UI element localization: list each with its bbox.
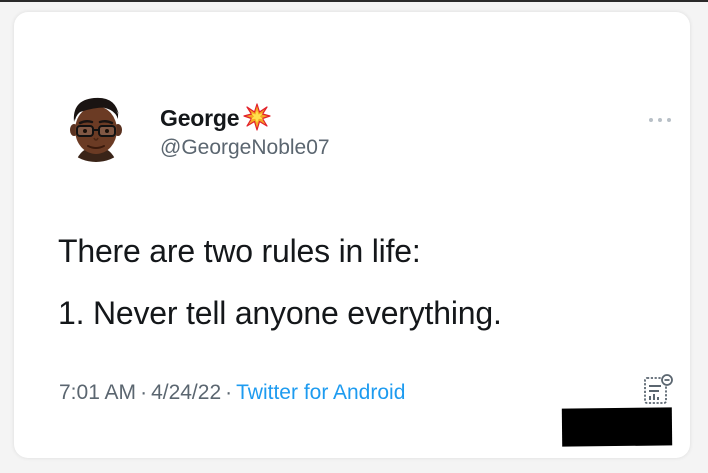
tweet-text-line-1: There are two rules in life: (58, 233, 421, 269)
tweet-card: George @GeorgeNoble07 There are two rule… (14, 12, 690, 458)
memoji-avatar-image (58, 86, 134, 162)
author-name-row: George (160, 103, 271, 133)
tweet-text-line-2: 1. Never tell anyone everything. (58, 295, 502, 331)
avatar[interactable] (58, 86, 134, 162)
more-options-icon[interactable] (646, 112, 674, 122)
top-border (0, 0, 708, 2)
tweet-source-link[interactable]: Twitter for Android (236, 381, 405, 404)
meta-separator: · (140, 381, 148, 404)
collision-burst-icon (243, 103, 271, 131)
author-handle[interactable]: @GeorgeNoble07 (160, 136, 330, 160)
tweet-time[interactable]: 7:01 AM (59, 381, 136, 404)
author-name[interactable]: George (160, 105, 240, 132)
tweet-meta: 7:01 AM · 4/24/22 · Twitter for Android (59, 381, 405, 405)
meta-separator: · (225, 381, 233, 404)
redaction-block (561, 407, 673, 447)
tweet-date[interactable]: 4/24/22 (151, 381, 221, 404)
tweet-analytics-icon[interactable] (642, 372, 674, 406)
